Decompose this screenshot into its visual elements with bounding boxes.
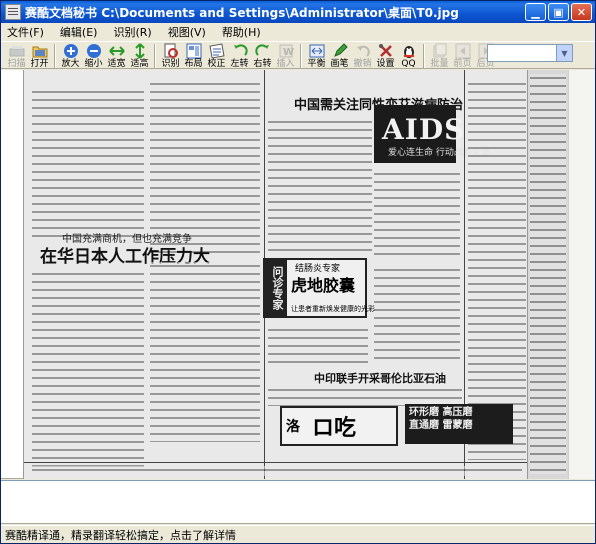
headline-oil: 中印联手开采哥伦比亚石油 [314, 372, 446, 385]
app-document-icon[interactable] [5, 4, 21, 20]
aids-title: AIDS [382, 113, 466, 146]
ad2-line2: 直通磨 雷蒙磨 [409, 420, 473, 431]
insert-button[interactable]: W 插入 [274, 42, 297, 69]
deskew-icon [208, 43, 225, 59]
toolbar-separator [54, 44, 56, 68]
ad-mill: 环形磨 高压磨 直通磨 雷蒙磨 [405, 404, 513, 444]
menu-file[interactable]: 文件(F) [7, 24, 44, 40]
text-block [268, 386, 462, 406]
toolbar: 扫描 打开 放大 缩小 适宽 适高 识别 布局 校正 左转 右转 W 插入 平衡… [1, 41, 595, 69]
image-viewport[interactable]: 中国充满商机，但也充满竞争 在华日本人工作压力大 中国需关注同性恋艾滋病防治 A… [1, 70, 595, 479]
prev-page-button[interactable]: 前页 [451, 42, 474, 69]
batch-icon [432, 43, 448, 59]
zoom-in-button[interactable]: 放大 [59, 42, 82, 69]
rotate-right-button[interactable]: 右转 [251, 42, 274, 69]
layout-icon [186, 43, 202, 59]
ad2-line1: 环形磨 高压磨 [409, 407, 473, 418]
app-window: 赛酷文档秘书 C:\Documents and Settings\Adminis… [0, 0, 596, 544]
insert-icon: W [278, 43, 294, 59]
undo-icon [355, 43, 371, 59]
text-block [268, 118, 372, 253]
deskew-button[interactable]: 校正 [205, 42, 228, 69]
text-block [32, 270, 144, 470]
menu-view[interactable]: 视图(V) [168, 24, 206, 40]
settings-tools-icon [378, 43, 394, 59]
text-block [32, 88, 144, 238]
scanner-icon [9, 43, 25, 59]
vertical-scrollbar[interactable] [568, 70, 595, 479]
text-block [468, 80, 526, 460]
toolbar-separator [154, 44, 156, 68]
svg-text:W: W [283, 47, 294, 58]
prev-page-icon [455, 43, 471, 59]
close-button[interactable]: ✕ [571, 3, 592, 21]
fit-height-icon [132, 43, 148, 59]
aids-photo: AIDS 爱心连生命 行动战胜艾滋 [374, 105, 490, 163]
status-promo-link[interactable]: 赛酷精译通，精录翻译轻松搞定，点击了解详情 [5, 527, 236, 543]
open-button[interactable]: 打开 [28, 42, 51, 69]
footer-rule [24, 462, 527, 463]
ad3-main-label: ロ吃 [312, 415, 357, 441]
ad-left-label: 问诊专家 [265, 260, 287, 316]
text-block [150, 80, 260, 255]
scan-button[interactable]: 扫描 [5, 42, 28, 69]
qq-penguin-icon [401, 43, 417, 59]
ad-tiger-capsule: 问诊专家 结肠炎专家 虎地胶囊 让患者重新焕发健康的光彩 [263, 258, 375, 318]
balance-button[interactable]: 平衡 [305, 42, 328, 69]
ad-bottom-label: 让患者重新焕发健康的光彩 [291, 305, 375, 313]
toolbar-separator [423, 44, 425, 68]
title-bar[interactable]: 赛酷文档秘书 C:\Documents and Settings\Adminis… [1, 1, 595, 23]
layout-button[interactable]: 布局 [182, 42, 205, 69]
text-block [150, 262, 260, 442]
zoom-in-icon [63, 43, 79, 59]
footer-text [32, 466, 522, 476]
rotate-right-icon [254, 43, 271, 59]
open-folder-icon [32, 43, 48, 59]
pen-icon [332, 43, 348, 59]
ad-main-label: 虎地胶囊 [291, 276, 356, 295]
rotate-left-button[interactable]: 左转 [228, 42, 251, 69]
window-controls: ▁ ▣ ✕ [525, 3, 592, 21]
recognized-text-pane[interactable] [1, 480, 595, 524]
status-bar: 赛酷精译通，精录翻译轻松搞定，点击了解详情 [1, 525, 595, 543]
menu-edit[interactable]: 编辑(E) [60, 24, 98, 40]
scanned-page-edge [528, 70, 568, 479]
maximize-button[interactable]: ▣ [548, 3, 569, 21]
minimize-button[interactable]: ▁ [525, 3, 546, 21]
menu-bar: 文件(F) 编辑(E) 识别(R) 视图(V) 帮助(H) [1, 23, 595, 41]
recognize-button[interactable]: 识别 [159, 42, 182, 69]
undo-button[interactable]: 撤销 [351, 42, 374, 69]
zoom-out-button[interactable]: 缩小 [82, 42, 105, 69]
ad3-left-label: 洛 [286, 419, 300, 435]
text-block [268, 326, 368, 366]
zoom-out-icon [86, 43, 102, 59]
recognize-icon [163, 43, 179, 59]
fit-width-button[interactable]: 适宽 [105, 42, 128, 69]
pen-button[interactable]: 画笔 [328, 42, 351, 69]
qq-button[interactable]: QQ [397, 42, 420, 69]
text-block [374, 170, 460, 258]
text-block [374, 266, 460, 362]
window-title: 赛酷文档秘书 C:\Documents and Settings\Adminis… [25, 5, 459, 20]
text-block [530, 74, 566, 474]
batch-button[interactable]: 批量 [428, 42, 451, 69]
rotate-left-icon [232, 43, 248, 59]
ad-bottom-left: 洛 ロ吃 [280, 406, 398, 446]
settings-button[interactable]: 设置 [374, 42, 397, 69]
chevron-down-icon[interactable]: ▼ [556, 45, 572, 61]
page-select[interactable]: ▼ [487, 44, 573, 62]
fit-width-icon [108, 43, 125, 59]
balance-icon [309, 43, 325, 59]
fit-height-button[interactable]: 适高 [128, 42, 151, 69]
toolbar-separator [300, 44, 302, 68]
scanned-newspaper-image: 中国充满商机，但也充满竞争 在华日本人工作压力大 中国需关注同性恋艾滋病防治 A… [23, 70, 528, 479]
menu-recognize[interactable]: 识别(R) [113, 24, 151, 40]
menu-help[interactable]: 帮助(H) [222, 24, 261, 40]
